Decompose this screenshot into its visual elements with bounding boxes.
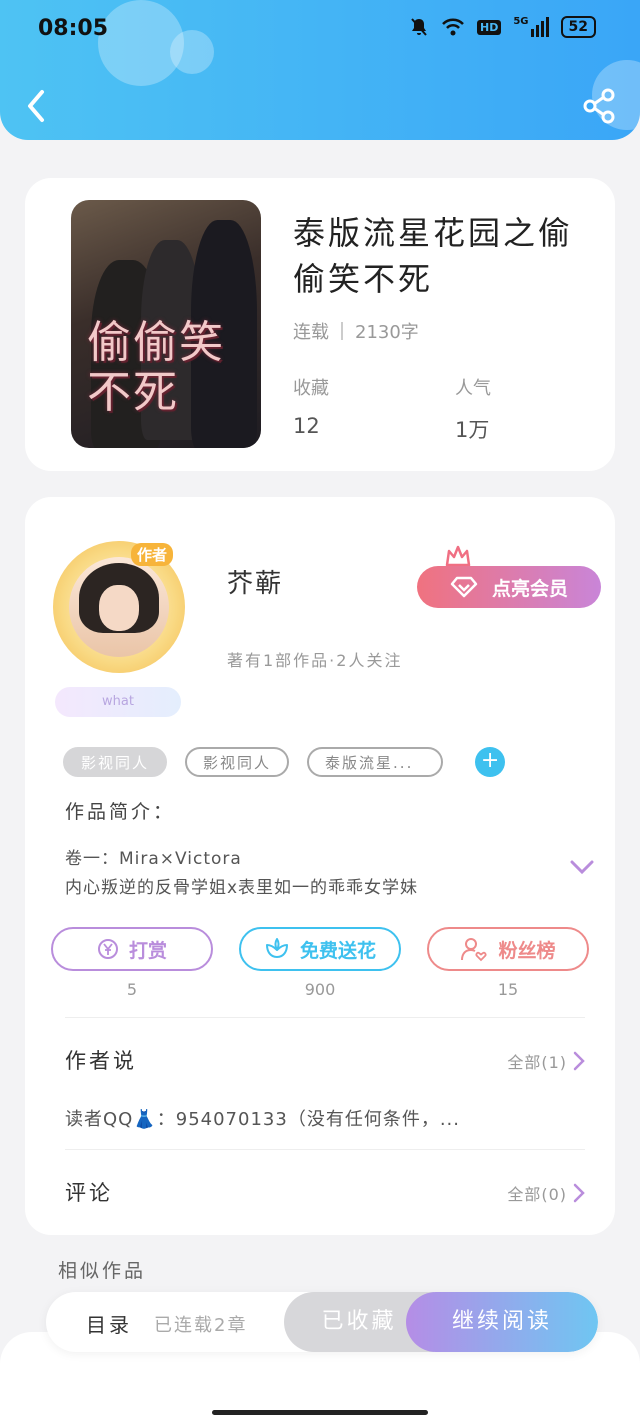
- vip-button[interactable]: 点亮会员: [417, 566, 601, 608]
- tag-chip[interactable]: 影视同人: [63, 747, 168, 777]
- comments-more[interactable]: 全部(0): [507, 1181, 585, 1205]
- user-heart-icon: [461, 938, 487, 962]
- chevron-right-icon: [573, 1051, 585, 1071]
- status-time: 08:05: [38, 16, 109, 41]
- divider: [65, 1149, 585, 1150]
- chevron-down-icon[interactable]: [570, 859, 594, 875]
- author-says-more[interactable]: 全部(1): [507, 1049, 585, 1073]
- avatar[interactable]: 作者: [53, 541, 185, 673]
- status-bar: 08:05 HD 5G 52: [0, 0, 640, 56]
- divider: [65, 1017, 585, 1018]
- book-cover[interactable]: 偷偷笑不死: [71, 200, 261, 448]
- send-flower-button[interactable]: 免费送花: [239, 927, 401, 971]
- author-says-more-label: 全部(1): [507, 1053, 567, 1072]
- favorites-value: 12: [293, 414, 320, 438]
- chevron-right-icon: [573, 1183, 585, 1203]
- crown-icon: [445, 545, 471, 567]
- author-note[interactable]: 读者QQ👗：954070133（没有任何条件，...: [65, 1105, 460, 1131]
- fan-count: 15: [497, 980, 519, 999]
- similar-works-title: 相似作品: [58, 1260, 147, 1282]
- fan-badge: what: [55, 687, 181, 717]
- vip-label: 点亮会员: [491, 577, 568, 600]
- cover-title-art: 偷偷笑不死: [87, 317, 225, 418]
- share-icon[interactable]: [582, 88, 616, 124]
- header: 08:05 HD 5G 52: [0, 0, 640, 140]
- tip-count: 5: [126, 980, 138, 999]
- home-indicator[interactable]: [212, 1410, 428, 1415]
- intro-title: 作品简介：: [65, 801, 176, 823]
- author-stats: 著有1部作品·2人关注: [227, 651, 403, 670]
- signal-icon: 5G: [513, 16, 549, 37]
- wifi-icon: [442, 18, 464, 36]
- book-meta: 连载 2130字: [293, 318, 419, 344]
- network-type: 5G: [513, 16, 529, 27]
- fan-ranking-label: 粉丝榜: [498, 939, 556, 962]
- bottom-action-bar: 目录 已连载2章 已收藏 继续阅读: [46, 1292, 598, 1352]
- author-name[interactable]: 芥蕲: [227, 563, 283, 600]
- tip-button[interactable]: 打赏: [51, 927, 213, 971]
- popularity-label: 人气: [455, 378, 491, 399]
- book-word-count: 2130字: [355, 322, 419, 343]
- chapters-count: 已连载2章: [154, 1315, 248, 1336]
- send-flower-label: 免费送花: [299, 939, 376, 962]
- comments-title: 评论: [65, 1181, 113, 1205]
- flower-count: 900: [304, 980, 336, 999]
- add-tag-icon[interactable]: +: [475, 747, 506, 777]
- diamond-icon: [450, 576, 478, 598]
- book-title: 泰版流星花园之偷偷笑不死: [293, 214, 574, 298]
- yen-icon: [97, 939, 118, 959]
- hd-icon: HD: [477, 19, 502, 35]
- popularity-value: 1万: [455, 418, 490, 442]
- book-info-card: 偷偷笑不死 泰版流星花园之偷偷笑不死 连载 2130字 收藏 12 人气 1万: [25, 178, 615, 471]
- tip-label: 打赏: [128, 939, 167, 962]
- flower-icon: [265, 938, 288, 958]
- favorites-label: 收藏: [293, 378, 329, 399]
- intro-line: 卷一：Mira×Victora: [65, 849, 242, 869]
- author-tag: 作者: [131, 543, 174, 566]
- continue-reading-button[interactable]: 继续阅读: [406, 1292, 598, 1352]
- toc-button[interactable]: 目录: [86, 1309, 132, 1338]
- tag-list: 影视同人 影视同人 泰版流星... +: [63, 747, 506, 777]
- tag-chip[interactable]: 泰版流星...: [307, 747, 444, 777]
- author-says-title: 作者说: [65, 1049, 137, 1073]
- intro-line: 内心叛逆的反骨学姐x表里如一的乖乖女学妹: [65, 878, 419, 898]
- author-card: 作者 what 芥蕲 著有1部作品·2人关注 点亮会员 影视同人 影视同人 泰版…: [25, 497, 615, 1235]
- intro-text: 卷一：Mira×Victora 内心叛逆的反骨学姐x表里如一的乖乖女学妹: [65, 845, 545, 903]
- status-icons: HD 5G 52: [409, 16, 596, 38]
- meta-divider: [341, 322, 343, 340]
- back-icon[interactable]: [22, 86, 52, 126]
- book-status: 连载: [293, 322, 329, 343]
- comments-more-label: 全部(0): [507, 1185, 567, 1204]
- battery-icon: 52: [560, 16, 596, 38]
- tag-chip[interactable]: 影视同人: [185, 747, 290, 777]
- fan-ranking-button[interactable]: 粉丝榜: [427, 927, 589, 971]
- mute-icon: [411, 18, 427, 36]
